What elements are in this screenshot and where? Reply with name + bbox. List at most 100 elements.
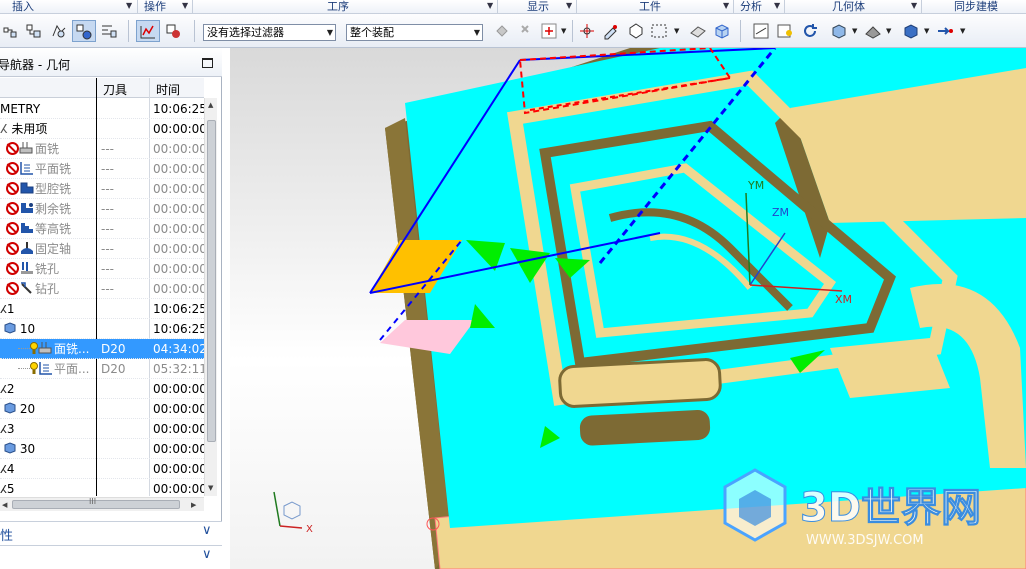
sync-move-icon[interactable]: [936, 22, 954, 40]
show-toolpath-icon[interactable]: [540, 22, 558, 40]
tree-row[interactable]: 10 10:06:25: [0, 319, 204, 339]
chevron-down-icon[interactable]: ▼: [886, 27, 891, 35]
assembly-scope-dropdown[interactable]: 整个装配 ▼: [346, 24, 483, 41]
ribbon-group-analysis[interactable]: 分析: [740, 0, 762, 14]
tree-row[interactable]: METRY 10:06:25: [0, 99, 204, 119]
verify-icon[interactable]: [689, 22, 707, 40]
chevron-down-icon[interactable]: ▼: [924, 27, 929, 35]
replay-toolpath-icon[interactable]: [518, 22, 536, 40]
chevron-down-icon[interactable]: ▼: [561, 27, 566, 35]
scroll-right-icon[interactable]: ▶: [191, 501, 196, 509]
shaded-cube-icon[interactable]: [830, 22, 848, 40]
scroll-left-icon[interactable]: ◀: [2, 501, 7, 509]
group-divider: [192, 0, 193, 14]
blank-model-icon[interactable]: [713, 22, 731, 40]
scroll-down-icon[interactable]: ▼: [208, 484, 213, 492]
tree-row[interactable]: 固定轴 --- 00:00:00: [0, 239, 204, 259]
tree-row[interactable]: ⵃ2 00:00:00: [0, 379, 204, 399]
polygon-icon[interactable]: [627, 22, 645, 40]
tree-row-label: 面铣...: [54, 342, 90, 356]
tree-row[interactable]: ⵃ5 00:00:00: [0, 479, 204, 497]
navigator-vertical-scrollbar[interactable]: ▲ ▼: [204, 98, 217, 496]
chevron-down-icon[interactable]: ∨: [202, 523, 212, 538]
program-order-view-button[interactable]: [136, 20, 160, 42]
marquee-select-icon[interactable]: [650, 22, 668, 40]
wcs-x-label: XM: [835, 293, 852, 306]
tree-row[interactable]: 铣孔 --- 00:00:00: [0, 259, 204, 279]
chevron-down-icon[interactable]: ▼: [566, 1, 572, 10]
ribbon-group-insert[interactable]: 插入: [12, 0, 34, 14]
create-operation-icon[interactable]: [100, 22, 118, 40]
tree-row[interactable]: 等高铣 --- 00:00:00: [0, 219, 204, 239]
chevron-down-icon[interactable]: ▼: [674, 27, 679, 35]
chevron-down-icon[interactable]: ▼: [960, 27, 965, 35]
chevron-down-icon[interactable]: ▼: [487, 1, 493, 10]
tree-row-time: 00:00:00: [153, 202, 204, 216]
hole-mill-icon: [19, 262, 35, 276]
column-header-tool[interactable]: 刀具: [103, 81, 127, 98]
tree-row-tool: ---: [101, 242, 114, 256]
tree-row[interactable]: ⵃ 未用项 00:00:00: [0, 119, 204, 139]
tree-row[interactable]: ⵃ3 00:00:00: [0, 419, 204, 439]
tree-row[interactable]: 平面铣 --- 00:00:00: [0, 159, 204, 179]
tree-row[interactable]: 30 00:00:00: [0, 439, 204, 459]
measure-distance-icon[interactable]: [752, 22, 770, 40]
tree-row[interactable]: 面铣 --- 00:00:00: [0, 139, 204, 159]
chevron-down-icon[interactable]: ▼: [126, 1, 132, 10]
tool-path-edit-icon[interactable]: [602, 22, 620, 40]
scrollbar-thumb[interactable]: [207, 120, 216, 442]
details-panel-header[interactable]: ∨: [0, 545, 222, 567]
tree-row[interactable]: 面铣... D20 04:34:02: [0, 339, 204, 359]
create-method-button[interactable]: [72, 20, 96, 42]
generate-toolpath-icon[interactable]: [494, 22, 512, 40]
ribbon-group-process[interactable]: 工序: [327, 0, 349, 14]
ribbon-group-workpiece[interactable]: 工件: [639, 0, 661, 14]
ribbon-group-operation[interactable]: 操作: [144, 0, 166, 14]
tree-row[interactable]: ⵃ1 10:06:25: [0, 299, 204, 319]
tree-row-label: 平面铣: [35, 162, 72, 176]
point-select-icon[interactable]: [578, 22, 596, 40]
chevron-down-icon[interactable]: ∨: [202, 547, 212, 562]
tree-row[interactable]: 平面... D20 05:32:11: [0, 359, 204, 379]
tree-row-tool: D20: [101, 342, 126, 356]
create-program-icon[interactable]: [2, 22, 20, 40]
selection-filter-dropdown[interactable]: 没有选择过滤器 ▼: [203, 24, 336, 41]
column-header-time[interactable]: 时间: [156, 81, 180, 98]
check-geometry-icon[interactable]: [776, 22, 794, 40]
create-tool-icon[interactable]: [25, 22, 43, 40]
tree-row-tool: ---: [101, 222, 114, 236]
chevron-down-icon[interactable]: ▼: [911, 1, 917, 10]
restore-window-icon[interactable]: [202, 58, 213, 68]
scrollbar-thumb[interactable]: III: [12, 497, 180, 509]
tree-row[interactable]: 20 00:00:00: [0, 399, 204, 419]
solid-body-icon[interactable]: [902, 22, 920, 40]
machine-tool-view-icon[interactable]: [164, 22, 182, 40]
not-generated-icon: [6, 242, 19, 255]
chevron-down-icon[interactable]: ▼: [723, 1, 729, 10]
tree-row[interactable]: 型腔铣 --- 00:00:00: [0, 179, 204, 199]
tree-row-tool: ---: [101, 202, 114, 216]
refresh-icon[interactable]: [801, 22, 819, 40]
tree-row-name: 10: [0, 320, 35, 338]
ribbon-group-geometry[interactable]: 几何体: [832, 0, 865, 14]
navigator-horizontal-scrollbar[interactable]: ◀ III ▶: [0, 497, 204, 511]
properties-panel-header[interactable]: 性 ∨: [0, 521, 222, 544]
view-triad[interactable]: X: [273, 491, 313, 535]
render-style-icon[interactable]: [864, 22, 882, 40]
mcs-icon: ⵃ: [0, 303, 7, 316]
tree-row-time: 04:34:02: [153, 342, 204, 356]
tree-row[interactable]: ⵃ4 00:00:00: [0, 459, 204, 479]
chevron-down-icon[interactable]: ▼: [852, 27, 857, 35]
tree-row-name: 钻孔: [6, 280, 59, 298]
mcs-icon: ⵃ: [0, 383, 7, 396]
ribbon-group-sync-modeling[interactable]: 同步建模: [954, 0, 998, 14]
tree-row[interactable]: 剩余铣 --- 00:00:00: [0, 199, 204, 219]
chevron-down-icon[interactable]: ▼: [774, 1, 780, 10]
tree-row[interactable]: 钻孔 --- 00:00:00: [0, 279, 204, 299]
mcs-icon: ⵃ: [0, 423, 7, 436]
graphics-viewport[interactable]: YM ZM XM X 3D世界网 WWW.3DSJW.COM: [230, 48, 1026, 569]
ribbon-group-display[interactable]: 显示: [527, 0, 549, 14]
scroll-up-icon[interactable]: ▲: [208, 101, 213, 109]
create-geometry-icon[interactable]: [50, 22, 68, 40]
chevron-down-icon[interactable]: ▼: [182, 1, 188, 10]
